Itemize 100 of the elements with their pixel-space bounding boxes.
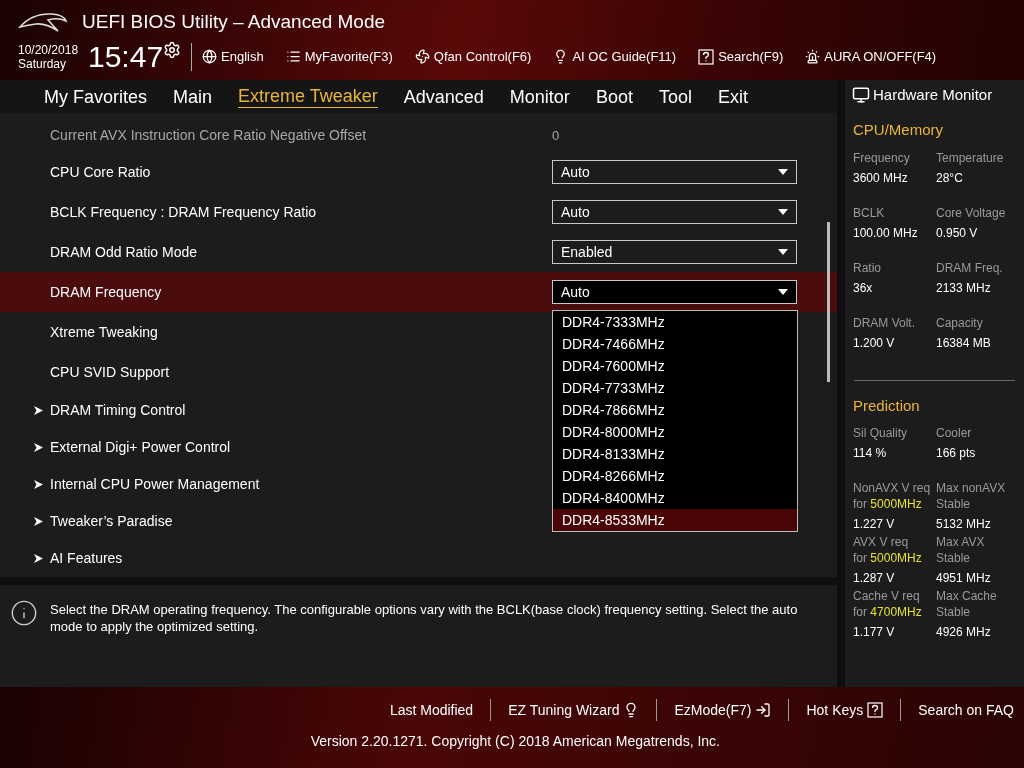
setting-row[interactable]: CPU Core Ratio Auto (0, 152, 837, 192)
dropdown-option[interactable]: DDR4-7333MHz (553, 311, 797, 333)
setting-row[interactable]: DRAM Frequency Auto (0, 272, 837, 312)
metric-label: Stable (936, 604, 972, 620)
metric-label: DRAM Freq. (936, 259, 1004, 276)
help-text: Select the DRAM operating frequency. The configurable options vary with the BCLK(base clock) frequency setting. Select the auto mode to apply the optimized setting. (50, 601, 799, 635)
setting-row[interactable]: DRAM Odd Ratio Mode Enabled (0, 232, 837, 272)
toolbar-button[interactable]: Search(F9) (698, 46, 784, 67)
dropdown[interactable]: Enabled (552, 240, 797, 264)
dropdown[interactable]: Auto (552, 160, 797, 184)
light-icon (805, 49, 821, 64)
footer-link[interactable]: Last Modified (389, 699, 474, 721)
tab[interactable]: Exit (717, 85, 748, 108)
toolbar-button[interactable]: AI OC Guide(F11) (553, 46, 677, 67)
setting-row[interactable]: Tweaker’s Paradise (0, 503, 540, 540)
setting-row[interactable]: CPU SVID Support (0, 352, 540, 392)
setting-row[interactable]: DRAM Timing Control (0, 392, 540, 429)
dropdown-option[interactable]: DDR4-7600MHz (553, 355, 797, 377)
setting-label: Current AVX Instruction Core Ratio Negative Offset (50, 126, 368, 145)
arrow-icon (34, 443, 43, 452)
metric-label: Cooler (936, 425, 973, 441)
metric-label: Max AVX (936, 534, 986, 550)
metric-value: 16384 MB (936, 334, 992, 351)
day-text: Saturday (18, 56, 68, 71)
tab[interactable]: Tool (658, 85, 692, 108)
dropdown-option[interactable]: DDR4-8400MHz (553, 487, 797, 509)
dropdown-option[interactable]: DDR4-7866MHz (553, 399, 797, 421)
arrow-icon (34, 554, 43, 563)
dropdown-option[interactable]: DDR4-8533MHz (553, 509, 797, 531)
date-text: 10/20/2018 (18, 42, 80, 57)
tab[interactable]: Boot (595, 85, 633, 108)
tab[interactable]: My Favorites (44, 85, 148, 108)
tab[interactable]: Monitor (509, 85, 570, 108)
setting-label: DRAM Odd Ratio Mode (50, 242, 199, 262)
metric-value: 36x (853, 279, 874, 296)
dropdown[interactable]: Auto (552, 200, 797, 224)
footer-link[interactable]: Hot Keys (806, 699, 884, 721)
metric-label: Frequency (853, 149, 911, 166)
metric-value: 5132 MHz (936, 516, 992, 532)
logo-icon (18, 11, 68, 34)
dropdown[interactable]: Auto (552, 280, 797, 304)
setting-label: CPU Core Ratio (50, 162, 152, 182)
metric-label: Sil Quality (853, 425, 909, 441)
toolbar-button[interactable]: AURA ON/OFF(F4) (805, 46, 937, 67)
metric-label: for 5000MHz (853, 496, 923, 512)
metric-value: 1.227 V (853, 516, 896, 532)
clock-text: 15:47 (88, 40, 164, 73)
dropdown-option[interactable]: DDR4-8266MHz (553, 465, 797, 487)
metric-value: 0.950 V (936, 224, 979, 241)
metric-label: Temperature (936, 149, 1005, 166)
tab[interactable]: Main (173, 85, 213, 108)
metric-value: 3600 MHz (853, 169, 909, 186)
footer-link[interactable]: EZ Tuning Wizard (508, 699, 640, 721)
window-title: UEFI BIOS Utility – Advanced Mode (82, 10, 386, 34)
dropdown-option[interactable]: DDR4-8000MHz (553, 421, 797, 443)
metric-label: AVX V req (853, 534, 910, 550)
section-title: CPU/Memory (853, 120, 944, 140)
setting-label: External Digi+ Power Control (50, 438, 231, 457)
metric-value: 28°C (936, 169, 964, 186)
help-icon (867, 702, 884, 718)
toolbar-button[interactable]: Qfan Control(F6) (414, 46, 532, 67)
footer-link[interactable]: Search on FAQ (918, 699, 1014, 721)
footer-link[interactable]: EzMode(F7) (674, 699, 772, 721)
metric-label: Ratio (853, 259, 882, 276)
caret-icon (778, 169, 788, 175)
scrollbar[interactable] (827, 222, 830, 382)
setting-row[interactable]: Xtreme Tweaking (0, 312, 540, 352)
setting-label: Tweaker’s Paradise (50, 512, 173, 531)
metric-label: Max nonAVX (936, 480, 1007, 496)
metric-label: for 4700MHz (853, 604, 923, 620)
metric-label: BCLK (853, 204, 886, 221)
version-text: Version 2.20.1271. Copyright (C) 2018 American Megatrends, Inc. (310, 732, 720, 751)
caret-icon (778, 209, 788, 215)
globe-icon (202, 49, 218, 64)
metric-value: 4926 MHz (936, 624, 992, 640)
setting-row[interactable]: External Digi+ Power Control (0, 429, 540, 466)
tab[interactable]: Extreme Tweaker (238, 85, 378, 108)
setting-row[interactable]: Current AVX Instruction Core Ratio Negative Offset 0 (0, 119, 837, 152)
metric-label: Stable (936, 550, 972, 566)
list-icon (285, 49, 301, 64)
tab[interactable]: Advanced (403, 85, 484, 108)
arrow-icon (34, 480, 43, 489)
setting-label: CPU SVID Support (50, 362, 170, 382)
setting-row[interactable]: AI Features (0, 540, 540, 577)
caret-icon (778, 289, 788, 295)
setting-row[interactable]: Internal CPU Power Management (0, 466, 540, 503)
metric-label: Max Cache (936, 588, 998, 604)
dropdown-option[interactable]: DDR4-7733MHz (553, 377, 797, 399)
metric-label: DRAM Volt. (853, 314, 916, 331)
metric-value: 1.177 V (853, 624, 896, 640)
metric-value: 4951 MHz (936, 570, 992, 586)
dropdown-option[interactable]: DDR4-8133MHz (553, 443, 797, 465)
toolbar-button[interactable]: English (202, 46, 264, 67)
toolbar-button[interactable]: MyFavorite(F3) (285, 46, 393, 67)
metric-value: 1.200 V (853, 334, 896, 351)
dropdown-option[interactable]: DDR4-7466MHz (553, 333, 797, 355)
metric-label: NonAVX V req (853, 480, 932, 496)
arrow-icon (34, 517, 43, 526)
setting-row[interactable]: BCLK Frequency : DRAM Frequency Ratio Auto (0, 192, 837, 232)
settings-icon[interactable] (163, 40, 182, 59)
